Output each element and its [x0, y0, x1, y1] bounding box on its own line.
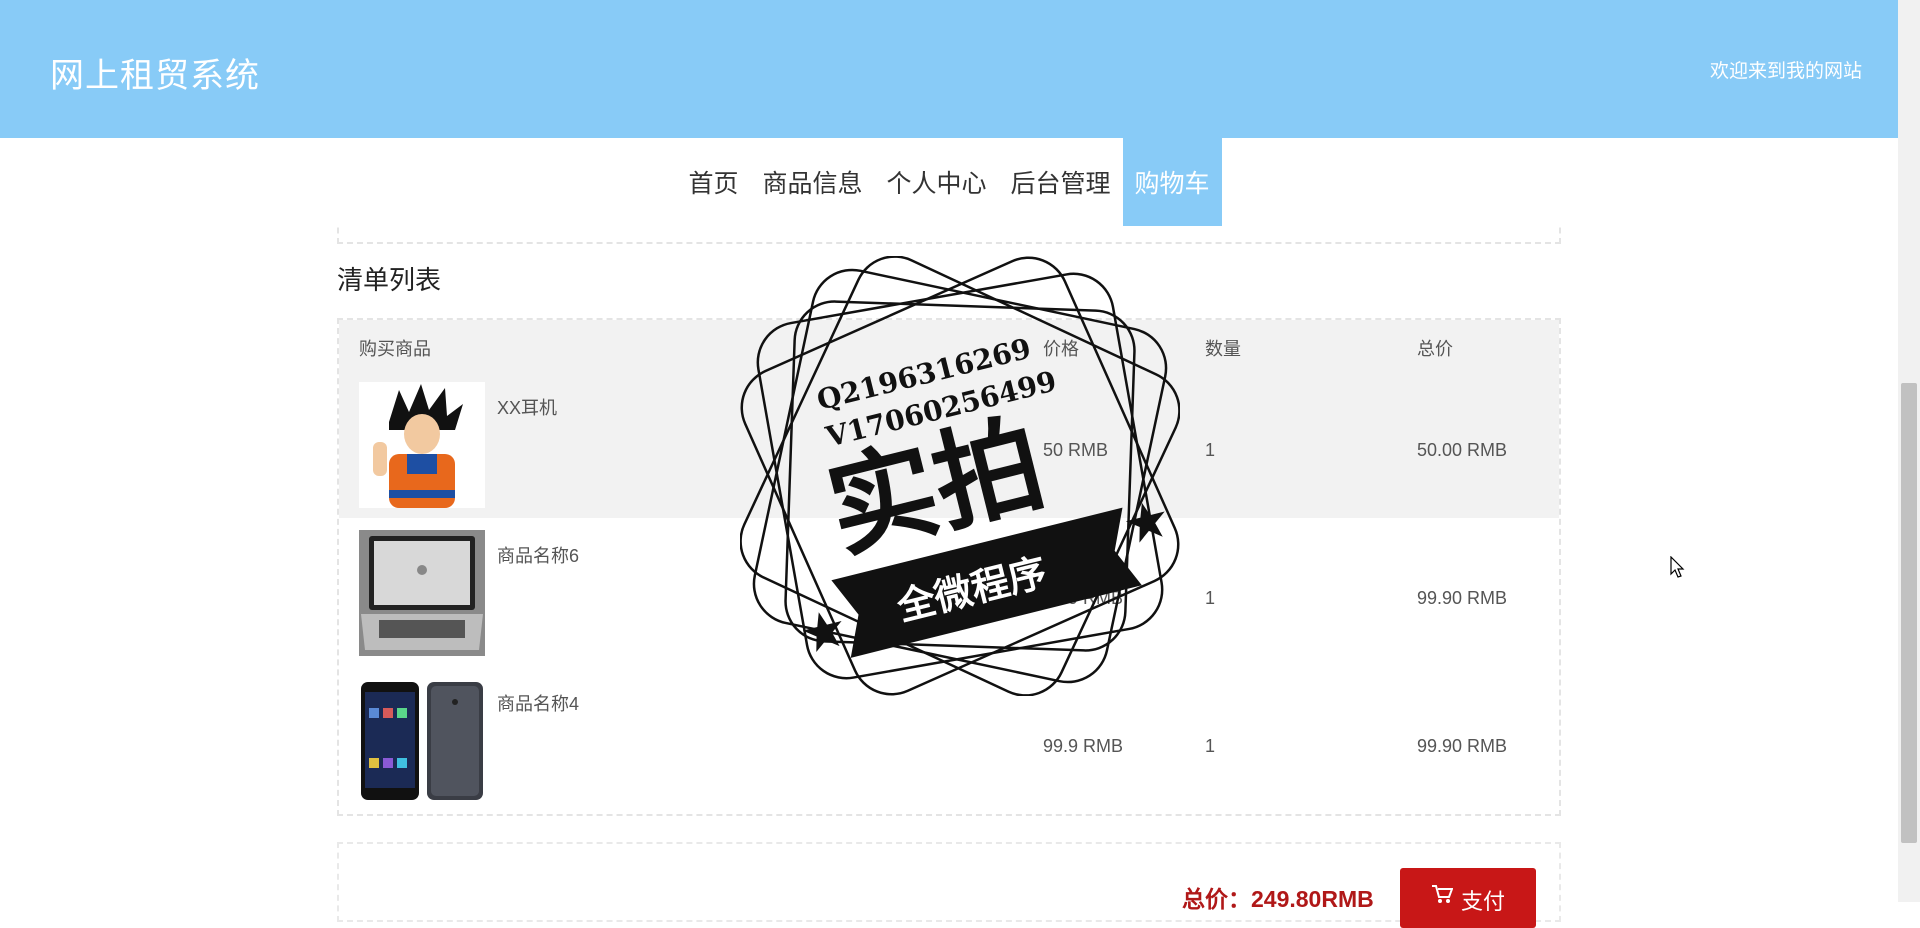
main-nav: 首页 商品信息 个人中心 后台管理 购物车 [0, 138, 1898, 226]
table-row: XX耳机 50 RMB 1 50.00 RMB [339, 370, 1559, 518]
nav-profile[interactable]: 个人中心 [874, 138, 998, 226]
product-image-phone[interactable] [359, 678, 485, 804]
product-price: 50 RMB [1043, 440, 1109, 460]
product-total: 99.90 RMB [1417, 736, 1508, 756]
product-quantity: 1 [1205, 440, 1216, 460]
nav-products[interactable]: 商品信息 [750, 138, 874, 226]
mouse-cursor-icon [1670, 556, 1685, 578]
cart-table: 购买商品 价格 数量 总价 XX耳机 50 RMB 1 50.00 RMB 商品… [337, 318, 1561, 816]
nav-cart[interactable]: 购物车 [1122, 138, 1222, 226]
pay-label: 支付 [1460, 889, 1505, 914]
product-price: 99.9 RMB [1043, 736, 1124, 756]
nav-home[interactable]: 首页 [676, 138, 750, 226]
cart-icon [1431, 884, 1454, 910]
header-quantity: 数量 [1205, 339, 1241, 359]
product-quantity: 1 [1205, 588, 1216, 608]
page-scrollbar[interactable] [1898, 0, 1920, 902]
product-total: 99.90 RMB [1417, 588, 1508, 608]
table-row: 商品名称4 99.9 RMB 1 99.90 RMB [339, 666, 1559, 814]
product-image-laptop[interactable] [359, 530, 485, 656]
site-header: 网上租贸系统 欢迎来到我的网站 [0, 0, 1898, 138]
product-total: 50.00 RMB [1417, 440, 1508, 460]
product-image-cartoon[interactable] [359, 382, 485, 508]
table-header: 购买商品 价格 数量 总价 [339, 320, 1559, 370]
product-price: 99.9 RMB [1043, 588, 1124, 608]
welcome-text: 欢迎来到我的网站 [1709, 60, 1862, 82]
total-price: 总价：249.80RMB [1182, 886, 1374, 912]
order-summary [337, 842, 1561, 922]
product-name[interactable]: 商品名称4 [497, 690, 579, 716]
product-quantity: 1 [1205, 736, 1216, 756]
header-product: 购买商品 [359, 339, 431, 359]
site-title: 网上租贸系统 [50, 57, 260, 95]
pay-button[interactable]: 支付 [1400, 868, 1536, 928]
table-row: 商品名称6 99.9 RMB 1 99.90 RMB [339, 518, 1559, 666]
nav-admin[interactable]: 后台管理 [999, 138, 1123, 226]
header-price: 价格 [1043, 339, 1079, 359]
header-total: 总价 [1417, 339, 1453, 359]
scrollbar-thumb[interactable] [1901, 383, 1917, 843]
product-name[interactable]: XX耳机 [497, 394, 557, 420]
section-title: 清单列表 [337, 265, 442, 295]
product-name[interactable]: 商品名称6 [497, 542, 579, 568]
